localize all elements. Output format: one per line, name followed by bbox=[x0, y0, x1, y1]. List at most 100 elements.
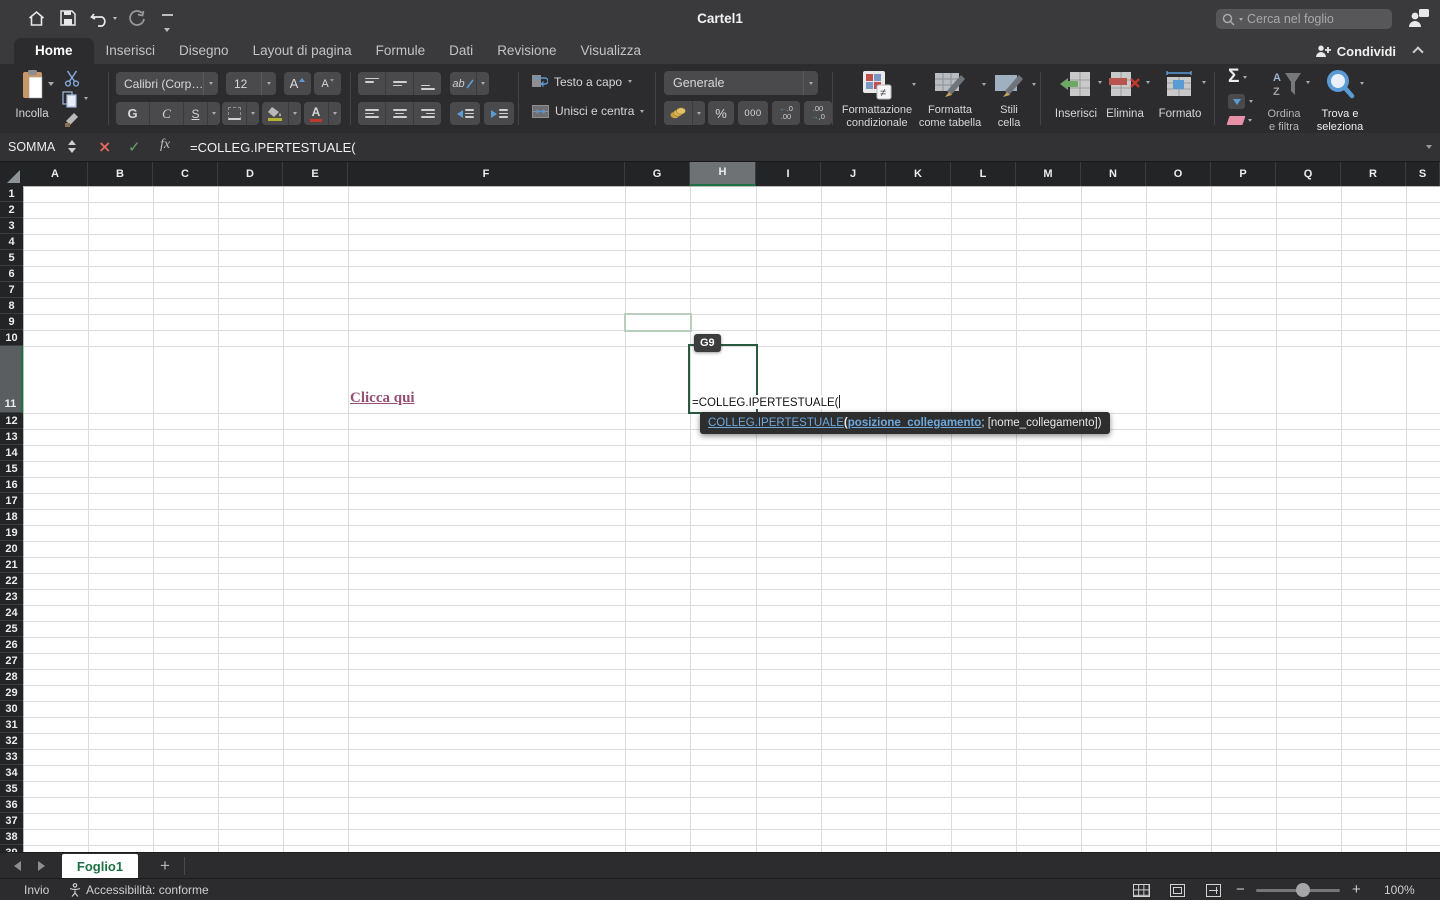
increase-font-button[interactable]: A bbox=[284, 72, 311, 95]
clear-button[interactable] bbox=[1228, 116, 1252, 125]
row-header-32[interactable]: 32 bbox=[0, 733, 23, 749]
row-header-17[interactable]: 17 bbox=[0, 493, 23, 509]
row-header-15[interactable]: 15 bbox=[0, 461, 23, 477]
add-sheet-button[interactable]: + bbox=[152, 853, 178, 879]
column-header-Q[interactable]: Q bbox=[1276, 162, 1341, 186]
paste-menu-chevron[interactable] bbox=[48, 82, 54, 86]
enter-button[interactable]: ✓ bbox=[128, 138, 141, 156]
accounting-chevron[interactable] bbox=[693, 101, 705, 125]
align-left-button[interactable] bbox=[358, 102, 385, 125]
percent-button[interactable]: % bbox=[708, 101, 734, 125]
formula-bar-expand-chevron[interactable] bbox=[1426, 145, 1432, 149]
column-header-P[interactable]: P bbox=[1211, 162, 1276, 186]
row-header-39[interactable]: 39 bbox=[0, 845, 23, 852]
sort-filter-button[interactable]: A Z bbox=[1264, 69, 1310, 104]
insert-function-button[interactable]: fx bbox=[160, 137, 170, 153]
row-header-4[interactable]: 4 bbox=[0, 234, 23, 250]
row-header-16[interactable]: 16 bbox=[0, 477, 23, 493]
tab-disegno[interactable]: Disegno bbox=[167, 38, 241, 64]
find-select-button[interactable] bbox=[1314, 68, 1366, 105]
row-header-27[interactable]: 27 bbox=[0, 653, 23, 669]
column-header-O[interactable]: O bbox=[1146, 162, 1211, 186]
row-header-26[interactable]: 26 bbox=[0, 637, 23, 653]
tab-layout-di-pagina[interactable]: Layout di pagina bbox=[241, 38, 364, 64]
people-comments-icon[interactable] bbox=[1408, 8, 1430, 34]
row-header-19[interactable]: 19 bbox=[0, 525, 23, 541]
row-header-14[interactable]: 14 bbox=[0, 445, 23, 461]
fill-color-button[interactable] bbox=[262, 102, 301, 125]
row-header-7[interactable]: 7 bbox=[0, 282, 23, 298]
row-header-24[interactable]: 24 bbox=[0, 605, 23, 621]
zoom-in-button[interactable]: + bbox=[1352, 879, 1361, 901]
row-header-10[interactable]: 10 bbox=[0, 330, 23, 346]
row-header-3[interactable]: 3 bbox=[0, 218, 23, 234]
name-box[interactable]: SOMMA bbox=[8, 133, 64, 162]
column-header-D[interactable]: D bbox=[218, 162, 283, 186]
copy-menu-chevron[interactable] bbox=[84, 97, 88, 100]
increase-indent-button[interactable] bbox=[484, 102, 514, 125]
delete-cells-button[interactable] bbox=[1100, 71, 1150, 102]
accounting-format-button[interactable] bbox=[664, 101, 705, 125]
spreadsheet[interactable]: Clicca qui =COLLEG.IPERTESTUALE( G9 COLL… bbox=[0, 162, 1440, 852]
orientation-chevron[interactable] bbox=[477, 72, 489, 95]
row-header-34[interactable]: 34 bbox=[0, 765, 23, 781]
row-header-8[interactable]: 8 bbox=[0, 298, 23, 314]
underline-button[interactable]: S bbox=[184, 102, 207, 125]
row-header-9[interactable]: 9 bbox=[0, 314, 23, 330]
column-header-E[interactable]: E bbox=[283, 162, 348, 186]
page-layout-view-icon[interactable] bbox=[1170, 884, 1185, 897]
borders-menu-chevron[interactable] bbox=[247, 102, 259, 125]
tab-visualizza[interactable]: Visualizza bbox=[568, 38, 653, 64]
row-header-11[interactable]: 11 bbox=[0, 346, 23, 413]
insert-cells-button[interactable] bbox=[1048, 71, 1104, 102]
paste-button[interactable] bbox=[8, 69, 56, 106]
next-sheet-button[interactable] bbox=[38, 861, 45, 871]
column-header-F[interactable]: F bbox=[348, 162, 625, 186]
accessibility-status[interactable]: Accessibilità: conforme bbox=[86, 879, 209, 901]
row-header-38[interactable]: 38 bbox=[0, 829, 23, 845]
thousands-separator-button[interactable]: 000 bbox=[738, 101, 768, 125]
italic-button[interactable]: C bbox=[150, 102, 183, 125]
cancel-button[interactable]: × bbox=[98, 137, 111, 156]
collapse-ribbon-button[interactable] bbox=[1414, 46, 1424, 53]
orientation-button[interactable]: ab bbox=[450, 72, 489, 95]
decrease-font-button[interactable]: A bbox=[314, 72, 341, 95]
row-header-6[interactable]: 6 bbox=[0, 266, 23, 282]
font-color-button[interactable]: A bbox=[304, 102, 341, 125]
column-header-S[interactable]: S bbox=[1406, 162, 1440, 186]
row-header-36[interactable]: 36 bbox=[0, 797, 23, 813]
column-header-A[interactable]: A bbox=[23, 162, 88, 186]
column-header-K[interactable]: K bbox=[886, 162, 951, 186]
fill-color-chevron[interactable] bbox=[289, 102, 301, 125]
merge-center-button[interactable]: Unisci e centra bbox=[532, 104, 644, 118]
tab-formule[interactable]: Formule bbox=[364, 38, 438, 64]
row-header-13[interactable]: 13 bbox=[0, 429, 23, 445]
align-right-button[interactable] bbox=[414, 102, 441, 125]
search-input[interactable]: Cerca nel foglio bbox=[1216, 9, 1392, 29]
font-name-select[interactable]: Calibri (Corp… bbox=[116, 72, 218, 95]
tab-home[interactable]: Home bbox=[14, 38, 94, 64]
row-header-31[interactable]: 31 bbox=[0, 717, 23, 733]
zoom-slider-thumb[interactable] bbox=[1296, 883, 1310, 897]
column-header-I[interactable]: I bbox=[756, 162, 821, 186]
sheet-tab-foglio1[interactable]: Foglio1 bbox=[62, 854, 138, 879]
column-header-N[interactable]: N bbox=[1081, 162, 1146, 186]
underline-menu-chevron[interactable] bbox=[208, 102, 220, 125]
editing-cell[interactable]: =COLLEG.IPERTESTUALE( bbox=[692, 395, 842, 409]
column-header-H[interactable]: H bbox=[690, 162, 756, 186]
row-header-30[interactable]: 30 bbox=[0, 701, 23, 717]
row-header-2[interactable]: 2 bbox=[0, 202, 23, 218]
accessibility-icon[interactable] bbox=[68, 883, 82, 900]
copy-icon[interactable] bbox=[62, 91, 80, 113]
column-header-C[interactable]: C bbox=[153, 162, 218, 186]
formula-input[interactable]: =COLLEG.IPERTESTUALE( bbox=[190, 133, 356, 162]
row-header-28[interactable]: 28 bbox=[0, 669, 23, 685]
font-color-chevron[interactable] bbox=[329, 102, 341, 125]
select-all-corner[interactable] bbox=[0, 162, 23, 186]
decrease-indent-button[interactable] bbox=[450, 102, 480, 125]
fill-button[interactable] bbox=[1228, 94, 1253, 109]
row-header-25[interactable]: 25 bbox=[0, 621, 23, 637]
column-header-B[interactable]: B bbox=[88, 162, 153, 186]
autosum-button[interactable]: Σ bbox=[1228, 66, 1247, 88]
row-header-18[interactable]: 18 bbox=[0, 509, 23, 525]
